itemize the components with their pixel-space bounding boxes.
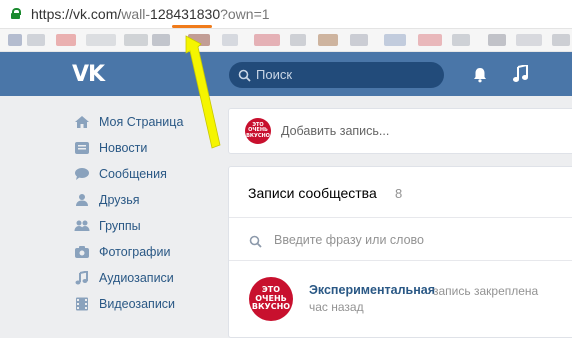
annotation-arrow-icon (185, 35, 221, 149)
